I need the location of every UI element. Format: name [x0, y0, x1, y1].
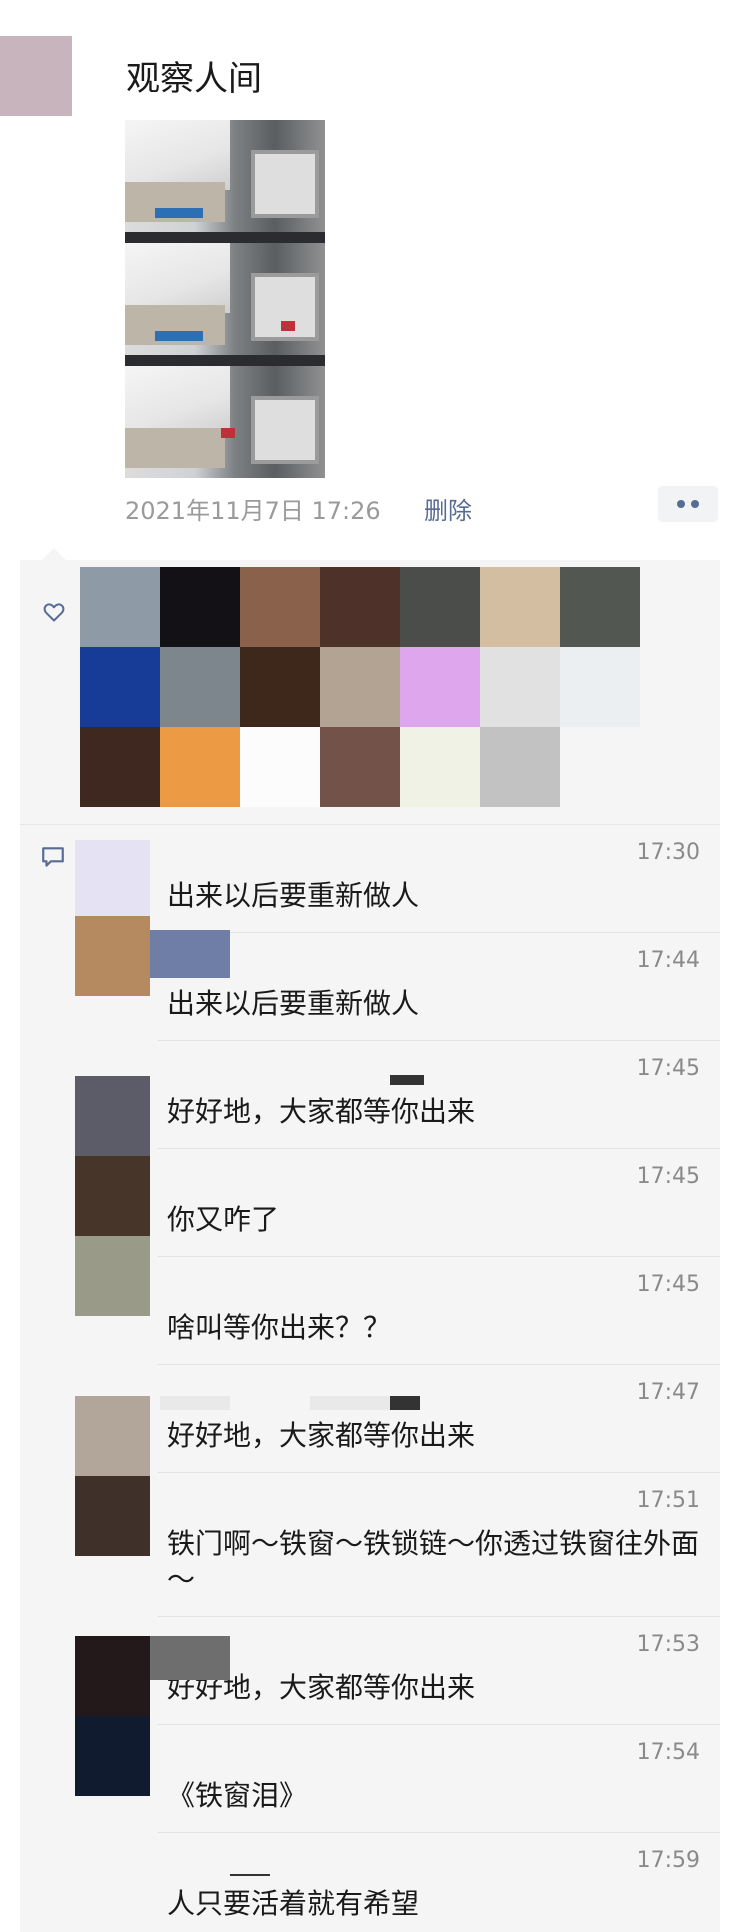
commenter-avatar[interactable] [75, 1636, 150, 1716]
redaction-mark [160, 1396, 230, 1410]
comment-text[interactable]: 铁门啊～铁窗～铁锁链～你透过铁窗往外面～ [167, 1526, 707, 1598]
redaction-mark [230, 1874, 270, 1876]
like-avatar[interactable] [320, 727, 400, 807]
image-frame [125, 120, 325, 232]
comment-divider [158, 1364, 720, 1365]
post-timestamp: 2021年11月7日 17:26 [125, 497, 381, 525]
like-avatar[interactable] [80, 647, 160, 727]
comment-text[interactable]: 你又咋了 [167, 1202, 707, 1238]
comment-text[interactable]: 好好地，大家都等你出来 [167, 1094, 707, 1130]
comment-time: 17:45 [636, 1272, 700, 1297]
like-avatar[interactable] [160, 647, 240, 727]
comment-time: 17:44 [636, 948, 700, 973]
more-dots-icon [677, 500, 685, 508]
comment-divider [158, 1256, 720, 1257]
comment-text[interactable]: 好好地，大家都等你出来 [167, 1670, 707, 1706]
comment-time: 17:53 [636, 1632, 700, 1657]
comment-text[interactable]: 出来以后要重新做人 [167, 986, 707, 1022]
commenter-avatar[interactable] [75, 1396, 150, 1476]
comment-time: 17:45 [636, 1056, 700, 1081]
author-avatar[interactable] [0, 36, 72, 116]
commenter-avatar[interactable] [75, 1236, 150, 1316]
commenter-avatar[interactable] [75, 1156, 150, 1236]
comment-text[interactable]: 出来以后要重新做人 [167, 878, 707, 914]
like-avatar[interactable] [480, 567, 560, 647]
like-avatar[interactable] [480, 647, 560, 727]
comment-divider [158, 932, 720, 933]
heart-icon [43, 603, 65, 622]
like-avatar[interactable] [80, 567, 160, 647]
comment-time: 17:54 [636, 1740, 700, 1765]
like-avatar[interactable] [240, 567, 320, 647]
comment-divider [158, 1148, 720, 1149]
commenter-avatar[interactable] [75, 1716, 150, 1796]
more-dots-icon [691, 500, 699, 508]
post-image[interactable] [125, 120, 325, 478]
redaction-mark [150, 1636, 230, 1680]
like-avatar[interactable] [560, 647, 640, 727]
image-frame [125, 243, 325, 355]
like-avatar[interactable] [480, 727, 560, 807]
likes-pointer [42, 548, 66, 560]
comment-divider [158, 1616, 720, 1617]
commenter-avatar[interactable] [75, 840, 150, 920]
comment-time: 17:47 [636, 1380, 700, 1405]
delete-link[interactable]: 删除 [424, 491, 472, 526]
comment-divider [158, 1724, 720, 1725]
post-author-name[interactable]: 观察人间 [126, 62, 262, 96]
redaction-mark [390, 1075, 424, 1085]
like-avatar[interactable] [240, 727, 320, 807]
comment-text[interactable]: 人只要活着就有希望 [167, 1886, 707, 1922]
like-avatar[interactable] [160, 727, 240, 807]
redaction-mark [310, 1396, 390, 1410]
comment-icon [42, 847, 64, 867]
comment-divider [158, 1472, 720, 1473]
comment-time: 17:30 [636, 840, 700, 865]
comment-text[interactable]: 好好地，大家都等你出来 [167, 1418, 707, 1454]
comment-text[interactable]: 《铁窗泪》 [167, 1778, 707, 1814]
like-avatar[interactable] [400, 567, 480, 647]
like-avatar[interactable] [240, 647, 320, 727]
more-button[interactable] [658, 486, 718, 522]
commenter-avatar[interactable] [75, 1076, 150, 1156]
like-avatar[interactable] [80, 727, 160, 807]
commenter-avatar[interactable] [75, 1476, 150, 1556]
like-avatar[interactable] [320, 567, 400, 647]
comment-divider [158, 1040, 720, 1041]
comment-text[interactable]: 啥叫等你出来？？ [167, 1310, 707, 1346]
commenter-avatar[interactable] [75, 916, 150, 996]
like-avatar[interactable] [160, 567, 240, 647]
like-avatar[interactable] [400, 647, 480, 727]
image-frame [125, 366, 325, 478]
comment-divider [158, 1832, 720, 1833]
like-avatar[interactable] [320, 647, 400, 727]
like-avatar[interactable] [560, 567, 640, 647]
comment-time: 17:59 [636, 1848, 700, 1873]
comment-time: 17:51 [636, 1488, 700, 1513]
like-avatar[interactable] [400, 727, 480, 807]
redaction-mark [150, 930, 230, 978]
redaction-mark [390, 1396, 420, 1410]
comment-time: 17:45 [636, 1164, 700, 1189]
